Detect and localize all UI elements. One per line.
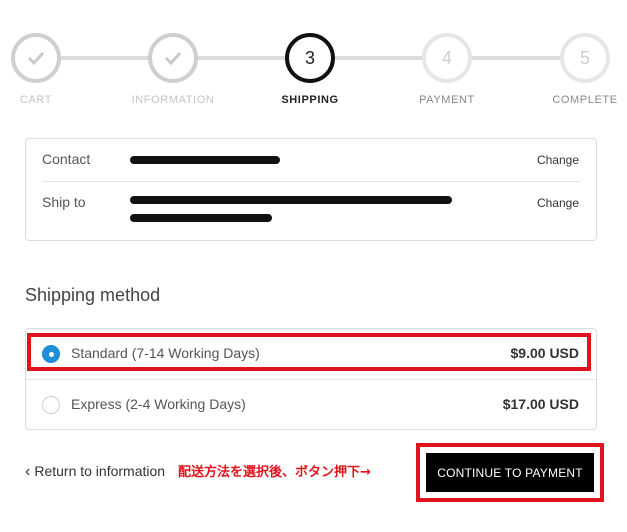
continue-to-payment-button[interactable]: CONTINUE TO PAYMENT xyxy=(426,453,594,492)
step-connector xyxy=(334,56,424,60)
ship-to-row: Ship to Change xyxy=(26,194,596,234)
step-number: 4 xyxy=(441,47,452,68)
return-to-information-link[interactable]: ‹ Return to information xyxy=(25,463,165,481)
order-info-box: Contact Change Ship to Change xyxy=(25,138,597,241)
change-contact-link[interactable]: Change xyxy=(537,153,579,167)
checkout-stepper: 3 4 5 CART INFORMATION SHIPPING PAYMENT … xyxy=(0,0,627,120)
highlight-box-continue: CONTINUE TO PAYMENT xyxy=(416,443,604,502)
redaction-bar xyxy=(130,196,452,204)
change-address-link[interactable]: Change xyxy=(537,196,579,210)
step-connector xyxy=(472,56,562,60)
annotation-text: 配送方法を選択後、ボタン押下→ xyxy=(178,465,371,480)
step-complete: 5 xyxy=(560,33,610,83)
ship-to-value-redacted xyxy=(130,196,460,222)
step-number: 3 xyxy=(304,47,315,68)
step-label-complete: COMPLETE xyxy=(552,94,618,106)
check-icon xyxy=(164,51,182,66)
step-connector xyxy=(60,56,150,60)
contact-value-redacted xyxy=(130,151,280,166)
chevron-left-icon: ‹ xyxy=(25,463,31,480)
radio-button[interactable] xyxy=(42,396,60,414)
step-connector xyxy=(198,56,288,60)
step-label-information: INFORMATION xyxy=(131,94,215,106)
step-label-payment: PAYMENT xyxy=(419,94,475,106)
ship-to-label: Ship to xyxy=(42,194,86,210)
step-label-shipping: SHIPPING xyxy=(281,94,339,106)
step-cart[interactable] xyxy=(11,33,61,83)
shipping-option-express[interactable]: Express (2-4 Working Days) $17.00 USD xyxy=(26,379,596,430)
check-icon xyxy=(27,51,45,66)
step-payment: 4 xyxy=(422,33,472,83)
redaction-bar xyxy=(130,214,272,222)
step-information[interactable] xyxy=(148,33,198,83)
step-label-cart: CART xyxy=(19,94,53,106)
shipping-method-heading: Shipping method xyxy=(25,285,161,305)
shipping-option-label: Express (2-4 Working Days) xyxy=(71,396,246,412)
highlight-box-standard xyxy=(27,333,591,371)
contact-row: Contact Change xyxy=(26,151,596,181)
contact-label: Contact xyxy=(42,151,91,167)
step-number: 5 xyxy=(579,47,590,68)
return-link-label: Return to information xyxy=(34,463,166,479)
shipping-option-price: $17.00 USD xyxy=(502,396,579,412)
redaction-bar xyxy=(130,155,280,164)
info-divider xyxy=(42,181,580,182)
step-shipping: 3 xyxy=(285,33,335,83)
